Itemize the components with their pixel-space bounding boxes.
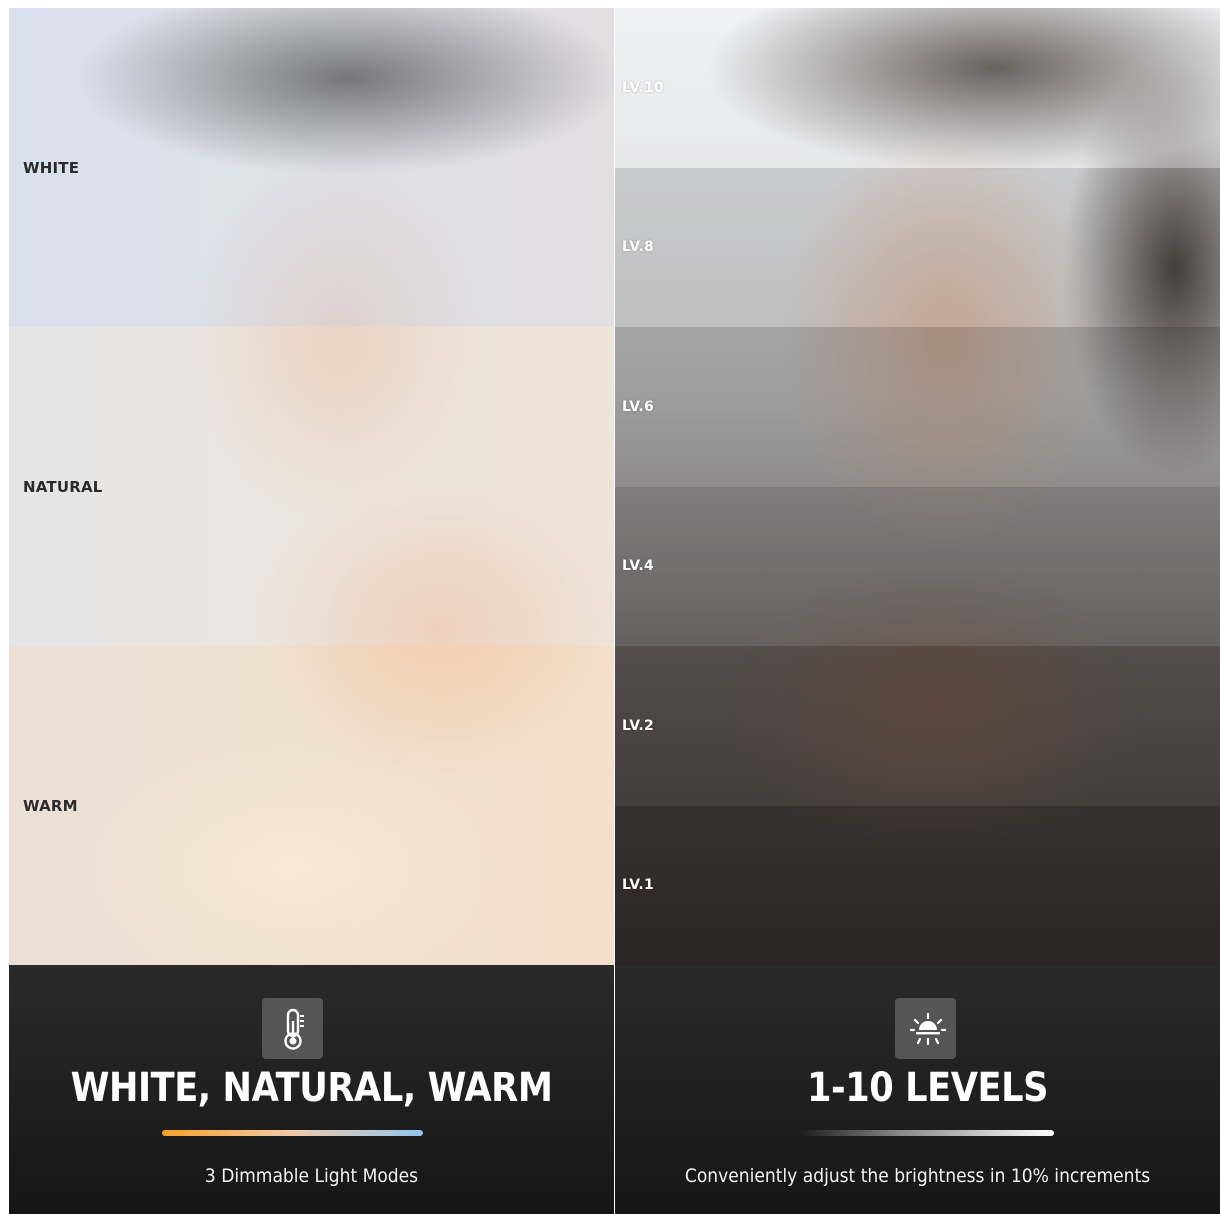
- band-label-lv1: LV.1: [622, 877, 654, 894]
- band-label-natural: NATURAL: [23, 477, 103, 496]
- band-lv2: LV.2: [615, 646, 1220, 806]
- band-natural: NATURAL: [9, 327, 614, 646]
- brightness-icon: [895, 998, 956, 1059]
- band-lv8: LV.8: [615, 167, 1220, 327]
- band-label-lv6: LV.6: [622, 398, 654, 415]
- band-label-white: WHITE: [23, 158, 80, 177]
- color-mode-bands: WHITE NATURAL WARM: [9, 8, 614, 965]
- band-lv4: LV.4: [615, 486, 1220, 646]
- brightness-gradient-bar: [800, 1130, 1054, 1136]
- band-label-lv10: LV.10: [622, 79, 664, 96]
- brightness-subtitle: Conveniently adjust the brightness in 10…: [684, 1165, 1151, 1187]
- brightness-levels-panel: LV.10 LV.8 LV.6 LV.4 LV.2 LV.1 1-10 LEVE…: [615, 8, 1220, 1214]
- color-modes-title: WHITE, NATURAL, WARM: [70, 1065, 553, 1111]
- band-label-lv8: LV.8: [622, 239, 654, 256]
- band-lv1: LV.1: [615, 805, 1220, 965]
- band-label-warm: WARM: [23, 796, 78, 815]
- color-modes-subtitle: 3 Dimmable Light Modes: [204, 1165, 419, 1187]
- color-temperature-gradient-bar: [162, 1130, 423, 1136]
- band-lv10: LV.10: [615, 8, 1220, 168]
- brightness-level-bands: LV.10 LV.8 LV.6 LV.4 LV.2 LV.1: [615, 8, 1220, 965]
- color-modes-panel: WHITE NATURAL WARM WHITE, NATURAL, WARM …: [9, 8, 614, 1214]
- band-label-lv4: LV.4: [622, 558, 654, 575]
- brightness-title: 1-10 LEVELS: [806, 1065, 1049, 1111]
- color-modes-caption: WHITE, NATURAL, WARM 3 Dimmable Light Mo…: [9, 965, 614, 1214]
- band-warm: WARM: [9, 646, 614, 965]
- brightness-caption: 1-10 LEVELS Conveniently adjust the brig…: [615, 965, 1220, 1214]
- thermometer-icon: [262, 998, 323, 1059]
- band-lv6: LV.6: [615, 327, 1220, 487]
- band-white: WHITE: [9, 8, 614, 327]
- band-label-lv2: LV.2: [622, 717, 654, 734]
